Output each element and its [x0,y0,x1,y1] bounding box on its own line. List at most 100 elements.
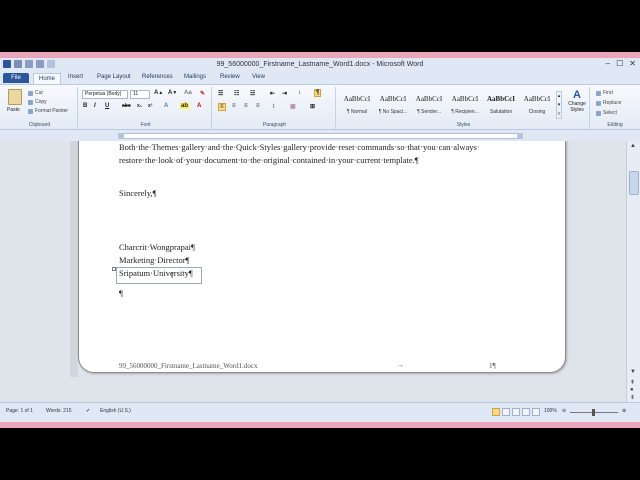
draft-view-button[interactable] [532,408,540,416]
center-button[interactable]: ≡ [232,103,236,109]
footer-page-number[interactable]: 1¶ [489,362,496,370]
line-spacing-icon[interactable]: ↨ [272,103,275,109]
text-cursor-icon: I [171,271,174,280]
change-case-icon[interactable]: Aa [184,90,192,96]
styles-scroll-icon[interactable]: ▴ ▾ ▿ [556,91,562,119]
bold-button[interactable]: B [83,103,87,109]
signer-name[interactable]: Charcrit·Wongprapai¶ [119,242,195,252]
web-layout-view-button[interactable] [512,408,520,416]
shrink-font-icon[interactable]: A▼ [168,90,177,96]
underline-button[interactable]: U [105,103,109,109]
close-button[interactable]: ✕ [629,59,636,68]
replace-button[interactable]: Replace [596,100,621,106]
style-name: Salutation [489,109,513,115]
numbering-icon[interactable]: ☷ [234,90,239,97]
scroll-up-icon[interactable]: ▲ [630,143,636,149]
highlight-icon[interactable]: ab [180,103,190,109]
superscript-button[interactable]: x² [148,103,152,109]
empty-paragraph[interactable]: ¶ [119,288,123,298]
change-styles-button[interactable]: A Change Styles [564,89,590,113]
copy-button[interactable]: Copy [28,99,47,105]
tab-file[interactable]: File [3,73,29,83]
tab-review[interactable]: Review [220,74,240,80]
increase-indent-icon[interactable]: ⇥ [282,90,287,97]
horizontal-ruler[interactable] [0,131,640,141]
decrease-indent-icon[interactable]: ⇤ [270,90,275,97]
tab-mailings[interactable]: Mailings [184,74,206,80]
format-painter-button[interactable]: Format Painter [28,108,68,114]
justify-button[interactable]: ≡ [256,103,260,109]
style-recipient[interactable]: AaBbCcI ¶ Recipien... [448,90,482,120]
grow-font-icon[interactable]: A▲ [154,90,163,96]
styles-group-label: Styles [456,122,471,128]
align-left-button[interactable]: ≡ [218,103,226,111]
select-button[interactable]: Select [596,110,617,116]
font-size-select[interactable]: 11 [130,90,150,99]
scroll-down-icon[interactable]: ▼ [630,369,636,375]
clear-formatting-icon[interactable]: ✎ [200,90,205,97]
zoom-out-icon[interactable]: ⊖ [562,408,566,414]
print-layout-view-button[interactable] [492,408,500,416]
language[interactable]: English (U.S.) [100,408,131,414]
title-bar: 99_56000000_Firstname_Lastname_Word1.doc… [0,58,640,72]
find-button[interactable]: Find [596,90,613,96]
word-count[interactable]: Words: 215 [46,408,71,414]
italic-button[interactable]: I [94,103,96,109]
style-name: Closing [528,109,546,115]
paste-icon[interactable] [8,89,22,105]
minimize-button[interactable]: – [606,59,610,68]
document-area[interactable]: Both·the·Themes·gallery·and·the·Quick·St… [0,141,626,402]
scroll-thumb[interactable] [629,171,639,195]
letterbox-bottom [0,428,640,480]
next-page-icon[interactable]: ⇟ [630,394,635,401]
previous-page-icon[interactable]: ⇞ [630,379,635,386]
tab-home[interactable]: Home [33,73,61,84]
show-hide-marks-button[interactable]: ¶ [314,89,322,97]
zoom-in-icon[interactable]: ⊕ [622,408,626,414]
style-sender[interactable]: AaBbCcI ¶ Sender... [412,90,446,120]
footer-filename[interactable]: 99_56000000_Firstname_Lastname_Word1.doc… [119,362,257,370]
style-salutation[interactable]: AaBbCcI Salutation [484,90,518,120]
text-effects-icon[interactable]: A [164,103,168,109]
bullets-icon[interactable]: ☰ [218,90,223,97]
document-page[interactable]: Both·the·Themes·gallery·and·the·Quick·St… [78,141,566,373]
style-sample: AaBbCcI [523,95,551,103]
zoom-slider-handle[interactable] [592,409,595,416]
outline-view-button[interactable] [522,408,530,416]
maximize-button[interactable]: ☐ [616,59,623,68]
body-line-1[interactable]: Both·the·Themes·gallery·and·the·Quick·St… [119,142,480,152]
vertical-scrollbar[interactable]: ▲ ▼ ⇞ ● ⇟ [626,141,640,402]
style-closing[interactable]: AaBbCcI Closing [520,90,554,120]
style-name: ¶ No Spaci... [378,109,408,115]
content-control-handle[interactable] [112,267,116,271]
subscript-button[interactable]: x₂ [137,103,142,109]
font-color-icon[interactable]: A [197,103,201,109]
cursor-icon [596,110,601,116]
tab-page-layout[interactable]: Page Layout [97,74,131,80]
style-no-spacing[interactable]: AaBbCcI ¶ No Spaci... [376,90,410,120]
tab-insert[interactable]: Insert [68,74,83,80]
font-group: Perpetua (Body) 11 A▲ A▼ Aa ✎ B I U abc … [80,87,212,129]
proofing-icon[interactable]: ✔ [86,408,90,414]
strikethrough-button[interactable]: abc [122,103,131,109]
browse-object-icon[interactable]: ● [630,387,634,393]
shading-icon[interactable]: ▣ [290,103,296,110]
multilevel-list-icon[interactable]: ☱ [250,90,255,97]
style-normal[interactable]: AaBbCcI ¶ Normal [340,90,374,120]
zoom-level[interactable]: 100% [544,408,557,414]
signer-organization[interactable]: Sripatum·University¶ [119,268,193,278]
borders-icon[interactable]: ⊞ [310,103,315,110]
sort-icon[interactable]: ↕ [298,90,301,96]
align-right-button[interactable]: ≡ [244,103,248,109]
style-name: ¶ Sender... [416,109,442,115]
page-count[interactable]: Page: 1 of 1 [6,408,33,414]
paste-button[interactable]: Paste [7,107,20,113]
tab-references[interactable]: References [142,74,173,80]
font-name-select[interactable]: Perpetua (Body) [82,90,128,99]
closing-text[interactable]: Sincerely,¶ [119,188,157,198]
tab-view[interactable]: View [252,74,265,80]
full-screen-view-button[interactable] [502,408,510,416]
signer-title[interactable]: Marketing·Director¶ [119,255,189,265]
body-line-2[interactable]: restore·the·look·of·your·document·to·the… [119,155,419,165]
cut-button[interactable]: Cut [28,90,43,96]
